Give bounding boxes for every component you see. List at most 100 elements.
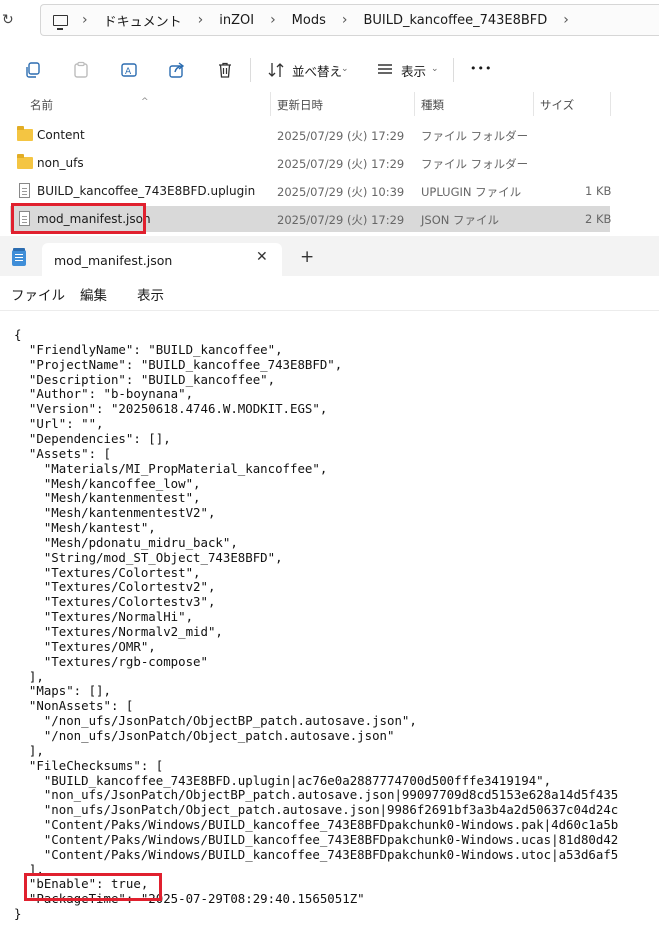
code-line: "FileChecksums": [ [14,757,164,773]
code-line: "Maps": [], [14,683,111,699]
code-line: "Mesh/kantest", [14,520,156,536]
breadcrumb-mods[interactable]: Mods [292,13,326,28]
breadcrumb-chevron-icon[interactable]: › [563,12,569,28]
breadcrumb-documents[interactable]: ドキュメント [104,11,182,30]
highlight-box-manifest [11,203,146,234]
code-line: "Content/Paks/Windows/BUILD_kancoffee_74… [14,817,619,833]
code-line: "Url": "", [14,416,104,432]
sort-button[interactable]: 並べ替え [292,61,342,80]
code-line: "Textures/NormalHi", [14,609,194,625]
menu-view[interactable]: 表示 [137,284,164,304]
code-line: } [14,906,22,922]
file-name: BUILD_kancoffee_743E8BFD.uplugin [37,184,256,198]
json-text-content: { "FriendlyName": "BUILD_kancoffee", "Pr… [0,311,659,934]
sort-ascending-icon: ^ [141,97,149,107]
more-options-button[interactable]: ••• [470,62,492,75]
view-button[interactable]: 表示 [401,61,426,80]
code-line: "Textures/Colortest", [14,564,201,580]
delete-icon[interactable] [215,60,235,80]
code-line: "BUILD_kancoffee_743E8BFD.uplugin|ac76e0… [14,772,552,788]
file-date: 2025/07/29 (火) 10:39 [277,185,405,199]
column-size[interactable]: サイズ [540,97,574,113]
close-icon[interactable]: ✕ [256,249,268,265]
new-tab-button[interactable]: + [300,247,314,267]
code-line: "Textures/Colortestv2", [14,579,216,595]
code-line: "Mesh/kantenmentest", [14,490,201,506]
file-date: 2025/07/29 (火) 17:29 [277,213,405,227]
notepad-menu-bar: ファイル 編集 表示 [0,276,659,310]
file-date: 2025/07/29 (火) 17:29 [277,129,405,143]
toolbar-divider [453,58,454,82]
rename-icon[interactable]: A [119,60,139,80]
menu-file[interactable]: ファイル [11,284,65,304]
highlight-box-benable [24,873,162,901]
file-type: UPLUGIN ファイル [421,185,522,199]
breadcrumb-inzoi[interactable]: inZOI [219,13,254,28]
code-line: "Textures/Normalv2_mid", [14,624,223,639]
file-row-non-ufs[interactable]: non_ufs 2025/07/29 (火) 17:29 ファイル フォルダー [10,150,610,176]
file-name: non_ufs [37,156,84,170]
code-line: ], [14,742,44,758]
file-type: JSON ファイル [421,213,500,227]
folder-icon [17,154,33,169]
notepad-tab-bar: mod_manifest.json ✕ + [0,236,659,276]
address-bar[interactable]: › ドキュメント › inZOI › Mods › BUILD_kancoffe… [40,4,659,36]
code-line: "Content/Paks/Windows/BUILD_kancoffee_74… [14,831,619,847]
share-icon[interactable] [167,60,187,80]
chevron-down-icon[interactable]: ⌄ [431,64,439,74]
file-size: 1 KB [585,184,612,198]
file-size: 2 KB [585,212,612,226]
code-line: "NonAssets": [ [14,698,134,714]
text-editor-area[interactable]: { "FriendlyName": "BUILD_kancoffee", "Pr… [0,310,659,934]
column-divider[interactable] [270,92,271,116]
file-row-content[interactable]: Content 2025/07/29 (火) 17:29 ファイル フォルダー [10,122,610,148]
file-icon [19,183,30,198]
sort-icon[interactable] [266,60,286,80]
column-divider[interactable] [414,92,415,116]
code-line: "Description": "BUILD_kancoffee", [14,371,276,387]
paste-icon[interactable] [71,60,91,80]
notepad-app-icon [12,248,26,266]
code-line: "Textures/Colortestv3", [14,594,216,610]
breadcrumb-chevron-icon: › [197,12,204,28]
menu-edit[interactable]: 編集 [80,284,107,304]
file-type: ファイル フォルダー [421,157,529,171]
folder-icon [17,126,33,141]
this-pc-icon[interactable] [53,14,68,30]
code-line: "Assets": [ [14,445,111,461]
column-divider[interactable] [610,92,611,116]
column-name[interactable]: 名前 [30,97,53,113]
code-line: "Content/Paks/Windows/BUILD_kancoffee_74… [14,846,619,862]
code-line: "Dependencies": [], [14,430,171,446]
code-line: { [14,327,22,342]
code-line: "Materials/MI_PropMaterial_kancoffee", [14,460,328,476]
copy-icon[interactable] [23,60,43,80]
file-date: 2025/07/29 (火) 17:29 [277,157,405,171]
code-line: "Mesh/pdonatu_midru_back", [14,534,238,550]
chevron-down-icon[interactable]: ⌄ [341,64,349,74]
svg-text:A: A [125,67,132,77]
column-divider[interactable] [533,92,534,116]
code-line: "ProjectName": "BUILD_kancoffee_743E8BFD… [14,356,343,372]
breadcrumb-current-folder[interactable]: BUILD_kancoffee_743E8BFD [363,13,547,28]
code-line: "String/mod_ST_Object_743E8BFD", [14,549,283,565]
breadcrumb-chevron-icon: › [270,12,276,28]
code-line: "Mesh/kantenmentestV2", [14,505,216,521]
code-line: "Textures/rgb-compose" [14,653,208,669]
address-bar-area: ↻ › ドキュメント › inZOI › Mods › BUILD_kancof… [0,0,659,40]
code-line: "Author": "b-boynana", [14,386,194,402]
column-type[interactable]: 種類 [421,97,444,113]
code-line: "non_ufs/JsonPatch/Object_patch.autosave… [14,802,619,818]
code-line: "Version": "20250618.4746.W.MODKIT.EGS", [14,401,328,417]
refresh-icon[interactable]: ↻ [2,8,16,32]
view-icon[interactable] [375,60,395,80]
file-row-uplugin[interactable]: BUILD_kancoffee_743E8BFD.uplugin 2025/07… [10,178,612,204]
breadcrumb-chevron-icon: › [82,12,88,28]
file-type: ファイル フォルダー [421,129,529,143]
tab-mod-manifest[interactable]: mod_manifest.json ✕ [42,243,282,276]
code-line: "/non_ufs/JsonPatch/ObjectBP_patch.autos… [14,713,417,729]
column-date[interactable]: 更新日時 [277,97,323,113]
code-line: "Textures/OMR", [14,638,156,654]
code-line: ], [14,668,44,684]
tab-title: mod_manifest.json [54,253,173,268]
